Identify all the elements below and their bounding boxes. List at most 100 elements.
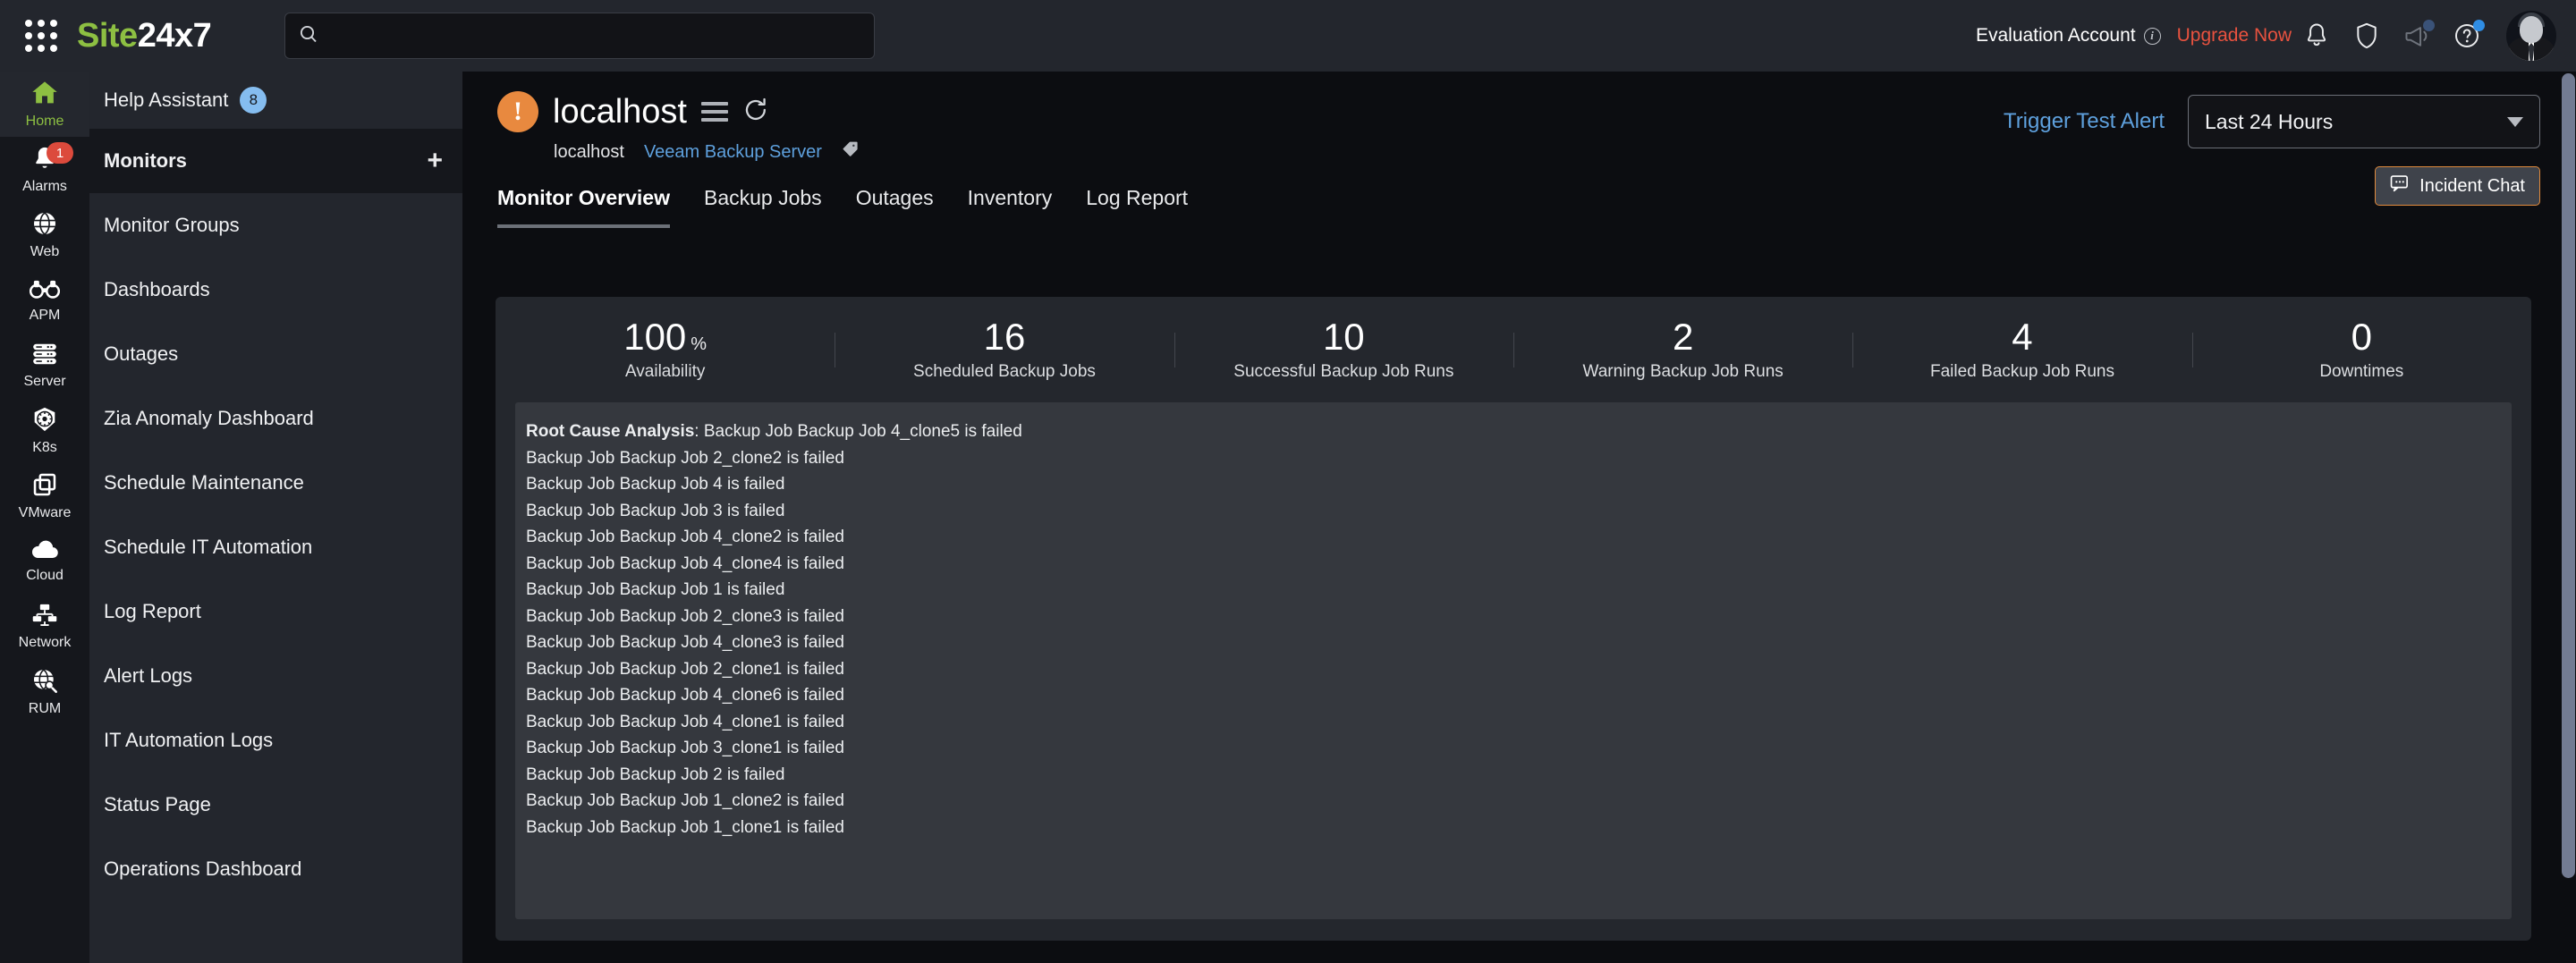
refresh-icon[interactable] (742, 97, 769, 128)
rca-line: Backup Job Backup Job 2_clone2 is failed (526, 445, 2512, 472)
help-assistant[interactable]: Help Assistant 8 (89, 72, 462, 129)
stat-value: 100 (623, 318, 686, 356)
tab-outages[interactable]: Outages (856, 186, 934, 228)
rail-item-rum[interactable]: RUM (0, 659, 89, 724)
rail-item-alarms[interactable]: Alarms1 (0, 137, 89, 202)
stat-caption: Failed Backup Job Runs (1930, 362, 2114, 382)
stat-unit: % (691, 335, 707, 356)
rail-item-server[interactable]: Server (0, 333, 89, 398)
rca-label: Root Cause Analysis (526, 422, 694, 441)
rail-item-vmware[interactable]: VMware (0, 463, 89, 528)
nav-item-status-page[interactable]: Status Page (89, 773, 462, 837)
time-period-value: Last 24 Hours (2205, 110, 2333, 134)
rail-item-home[interactable]: Home (0, 72, 89, 137)
tab-log-report[interactable]: Log Report (1086, 186, 1188, 228)
rca-line: Backup Job Backup Job 4_clone4 is failed (526, 551, 2512, 578)
shield-icon[interactable] (2342, 11, 2392, 61)
primary-nav-rail: Home Alarms1 Web APM Server K8s VMware Cloud Net… (0, 72, 89, 963)
tab-monitor-overview[interactable]: Monitor Overview (497, 186, 670, 228)
page-scrollbar-thumb[interactable] (2562, 73, 2575, 878)
nav-item-monitors[interactable]: Monitors+ (89, 129, 462, 193)
binoculars-icon (30, 277, 60, 305)
rail-item-label: VMware (19, 505, 72, 521)
rail-item-label: Cloud (26, 568, 64, 584)
megaphone-icon[interactable] (2392, 11, 2442, 61)
summary-stats: 100%Availability16Scheduled Backup Jobs1… (496, 297, 2531, 402)
tab-inventory[interactable]: Inventory (968, 186, 1053, 228)
nav-item-dashboards[interactable]: Dashboards (89, 258, 462, 322)
rail-item-label: Alarms (22, 179, 67, 195)
nav-item-label: Log Report (104, 600, 201, 623)
rca-line: Backup Job Backup Job 3_clone1 is failed (526, 735, 2512, 762)
rail-item-network[interactable]: Network (0, 594, 89, 659)
nav-item-operations-dashboard[interactable]: Operations Dashboard (89, 837, 462, 901)
root-cause-analysis-box: Root Cause Analysis: Backup Job Backup J… (515, 402, 2512, 919)
rail-item-web[interactable]: Web (0, 202, 89, 267)
nav-item-label: Monitor Groups (104, 214, 240, 237)
secondary-nav: Help Assistant 8 Monitors+ Monitor Groups… (89, 72, 463, 963)
rail-item-cloud[interactable]: Cloud (0, 528, 89, 594)
rca-line: Backup Job Backup Job 4 is failed (526, 471, 2512, 498)
nav-item-label: Schedule Maintenance (104, 471, 304, 494)
nav-item-label: Alert Logs (104, 664, 192, 688)
info-icon[interactable]: i (2144, 28, 2161, 45)
stat-caption: Successful Backup Job Runs (1233, 362, 1453, 382)
rail-item-label: Home (26, 114, 64, 130)
nav-item-label: Zia Anomaly Dashboard (104, 407, 314, 430)
rca-line: Backup Job Backup Job 2_clone1 is failed (526, 656, 2512, 683)
tab-backup-jobs[interactable]: Backup Jobs (704, 186, 822, 228)
nav-item-schedule-maintenance[interactable]: Schedule Maintenance (89, 451, 462, 515)
nav-item-it-automation-logs[interactable]: IT Automation Logs (89, 708, 462, 773)
nav-item-label: Status Page (104, 793, 211, 816)
nav-item-alert-logs[interactable]: Alert Logs (89, 644, 462, 708)
help-icon[interactable] (2442, 11, 2492, 61)
server-icon (30, 342, 59, 371)
stat-value: 2 (1673, 318, 1693, 356)
stat-caption: Availability (625, 362, 705, 382)
exclamation-status-icon: ! (497, 91, 538, 132)
stat-scheduled-backup-jobs: 16Scheduled Backup Jobs (835, 318, 1174, 382)
tag-icon[interactable] (842, 140, 861, 164)
nav-item-outages[interactable]: Outages (89, 322, 462, 386)
search-input[interactable] (330, 26, 861, 46)
rca-line: Backup Job Backup Job 2_clone3 is failed (526, 604, 2512, 630)
nav-item-label: Dashboards (104, 278, 210, 301)
nav-item-log-report[interactable]: Log Report (89, 579, 462, 644)
hamburger-menu-icon[interactable] (701, 102, 728, 122)
global-search[interactable] (284, 13, 875, 59)
kubernetes-icon (31, 406, 58, 437)
evaluation-account: Evaluation Account i (1976, 25, 2161, 46)
rail-item-label: K8s (32, 440, 57, 456)
time-period-select[interactable]: Last 24 Hours (2188, 95, 2540, 148)
breadcrumb-monitor-type[interactable]: Veeam Backup Server (644, 142, 822, 163)
nav-item-zia-anomaly-dashboard[interactable]: Zia Anomaly Dashboard (89, 386, 462, 451)
rca-line: Backup Job Backup Job 4_clone3 is failed (526, 629, 2512, 656)
rail-item-apm[interactable]: APM (0, 267, 89, 333)
logo-site-text: Site (77, 17, 138, 55)
nav-item-schedule-it-automation[interactable]: Schedule IT Automation (89, 515, 462, 579)
rail-item-label: Server (23, 374, 65, 390)
rail-item-k8s[interactable]: K8s (0, 398, 89, 463)
top-bar: Site24x7 Evaluation Account i Upgrade No… (0, 0, 2576, 72)
rca-first-message: Backup Job Backup Job 4_clone5 is failed (704, 422, 1022, 441)
evaluation-account-label: Evaluation Account (1976, 25, 2136, 46)
app-launcher-grid-icon[interactable] (21, 16, 61, 55)
globe-icon (31, 210, 58, 241)
bell-icon[interactable] (2292, 11, 2342, 61)
nav-item-monitor-groups[interactable]: Monitor Groups (89, 193, 462, 258)
incident-chat-button[interactable]: Incident Chat (2375, 166, 2540, 206)
header-actions: Trigger Test Alert Last 24 Hours Inciden… (2004, 95, 2540, 206)
add-monitor-icon[interactable]: + (427, 148, 443, 174)
trigger-test-alert-link[interactable]: Trigger Test Alert (2004, 109, 2165, 134)
upgrade-now-link[interactable]: Upgrade Now (2177, 25, 2292, 46)
header-actions-top: Trigger Test Alert Last 24 Hours (2004, 95, 2540, 148)
stat-failed-backup-job-runs: 4Failed Backup Job Runs (1852, 318, 2191, 382)
rail-item-label: APM (30, 308, 61, 324)
site24x7-logo[interactable]: Site24x7 (77, 17, 211, 55)
user-avatar[interactable] (2506, 11, 2556, 61)
rail-item-label: Web (30, 244, 60, 260)
stat-downtimes: 0Downtimes (2192, 318, 2531, 382)
rca-line: Backup Job Backup Job 1_clone2 is failed (526, 788, 2512, 815)
incident-chat-label: Incident Chat (2419, 176, 2525, 197)
rca-line: Backup Job Backup Job 1_clone1 is failed (526, 815, 2512, 841)
